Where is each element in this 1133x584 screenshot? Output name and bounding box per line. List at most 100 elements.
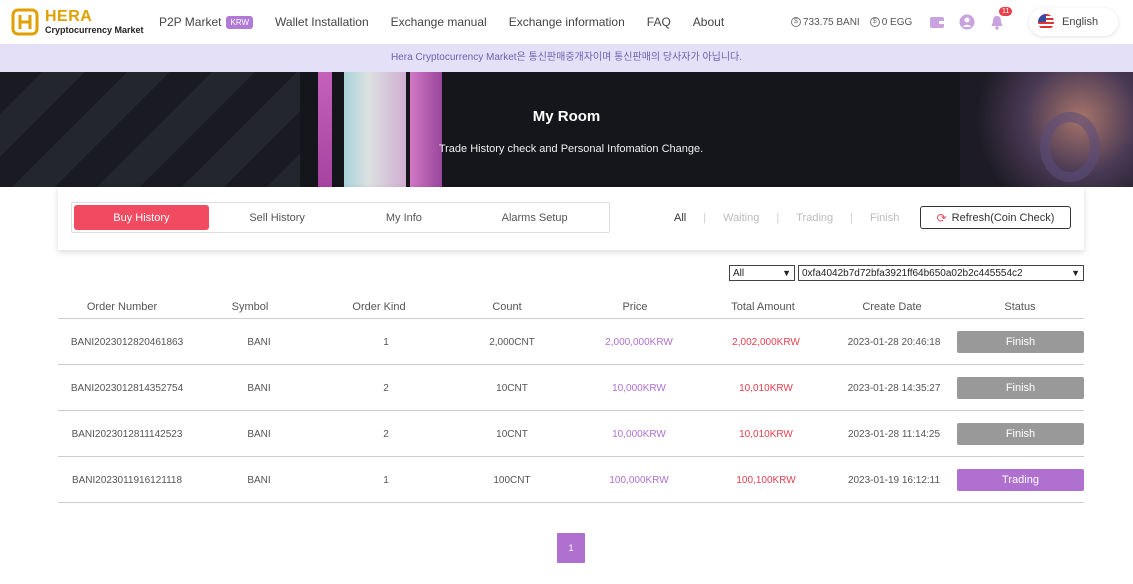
status-badge[interactable]: Trading [957, 469, 1084, 491]
refresh-button[interactable]: ⟳ Refresh(Coin Check) [920, 206, 1071, 229]
nav-about[interactable]: About [693, 15, 724, 29]
table-row[interactable]: BANI2023011916121118 BANI 1 100CNT 100,0… [58, 457, 1084, 503]
user-icon[interactable] [959, 14, 975, 30]
status-badge[interactable]: Finish [957, 331, 1084, 353]
count: 10CNT [496, 429, 528, 440]
table-row[interactable]: BANI2023012820461863 BANI 1 2,000CNT 2,0… [58, 319, 1084, 365]
tab-my-info[interactable]: My Info [346, 205, 463, 230]
symbol: BANI [247, 429, 271, 440]
tab-sell-history[interactable]: Sell History [209, 205, 346, 230]
status-filters: All | Waiting | Trading | Finish [674, 212, 899, 224]
create-date: 2023-01-28 14:35:27 [847, 383, 941, 394]
table-row[interactable]: BANI2023012811142523 BANI 2 10CNT 10,000… [58, 411, 1084, 457]
status-badge[interactable]: Finish [957, 423, 1084, 445]
create-date: 2023-01-19 16:12:11 [847, 475, 941, 486]
krw-badge: KRW [226, 15, 254, 29]
total-amount: 100,100KRW [736, 475, 796, 486]
notification-count: 11 [999, 7, 1013, 16]
wallet-select[interactable]: 0xfa4042b7d72bfa3921ff64b650a02b2c445554… [798, 265, 1084, 281]
refresh-label: Refresh(Coin Check) [951, 211, 1055, 224]
symbol: BANI [247, 337, 271, 348]
count: 100CNT [493, 475, 531, 486]
refresh-icon: ⟳ [936, 210, 947, 225]
page-subtitle: Trade History check and Personal Infomat… [438, 143, 704, 155]
order-number: BANI2023012820461863 [70, 337, 184, 348]
hera-logo-icon [10, 7, 40, 37]
price: 2,000,000KRW [605, 337, 673, 348]
count: 2,000CNT [489, 337, 535, 348]
order-number: BANI2023011916121118 [71, 475, 183, 486]
status-select[interactable]: All ▼ [729, 265, 795, 281]
wallet-icon[interactable] [929, 14, 945, 30]
count: 10CNT [496, 383, 528, 394]
banner-light-streak [344, 72, 406, 187]
filter-trading[interactable]: Trading [796, 212, 833, 224]
header-right: $ 733.75 BANI $ 0 EGG 11 [791, 0, 1013, 44]
total-amount: 10,010KRW [739, 383, 793, 394]
create-date: 2023-01-28 20:46:18 [847, 337, 941, 348]
balance-bani: $ 733.75 BANI [791, 17, 860, 28]
order-number: BANI2023012811142523 [71, 429, 183, 440]
order-kind: 1 [383, 337, 389, 348]
order-kind: 2 [383, 429, 389, 440]
divider: | [850, 212, 853, 224]
page-button-current[interactable]: 1 [557, 533, 585, 563]
nav-p2p-market[interactable]: P2P Market KRW [159, 15, 254, 29]
symbol: BANI [247, 475, 271, 486]
notice-bar: Hera Cryptocurrency Market은 통신판매중개자이며 통신… [0, 44, 1133, 72]
column-header: Order Number [86, 301, 158, 313]
page-title: My Room [532, 108, 601, 125]
create-date: 2023-01-28 11:14:25 [847, 429, 941, 440]
language-selector[interactable]: English [1029, 8, 1118, 36]
tab-buy-history[interactable]: Buy History [74, 205, 209, 230]
chevron-down-icon: ▼ [782, 268, 791, 278]
price: 10,000KRW [612, 383, 666, 394]
column-header: Total Amount [731, 301, 795, 313]
coin-icon: $ [791, 17, 801, 27]
column-header: Create Date [862, 301, 922, 313]
language-label: English [1062, 16, 1099, 28]
balance-bani-value: 733.75 BANI [803, 16, 860, 28]
column-header: Price [622, 301, 648, 313]
column-header: Order Kind [352, 301, 406, 313]
total-amount: 2,002,000KRW [732, 337, 800, 348]
column-header: Symbol [231, 301, 269, 313]
table-header: Order Number Symbol Order Kind Count Pri… [58, 296, 1084, 319]
divider: | [776, 212, 780, 224]
symbol: BANI [247, 383, 271, 394]
logo-title: HERA [45, 8, 93, 25]
top-header: HERA Cryptocurrency Market P2P Market KR… [0, 0, 1133, 44]
nav-faq[interactable]: FAQ [647, 15, 671, 29]
status-badge[interactable]: Finish [957, 377, 1084, 399]
balance-egg-value: 0 EGG [881, 16, 913, 28]
tab-alarms-setup[interactable]: Alarms Setup [462, 205, 607, 230]
divider: | [703, 212, 707, 224]
nav-wallet-installation[interactable]: Wallet Installation [275, 15, 369, 29]
nav-label: P2P Market [159, 15, 222, 29]
filter-all[interactable]: All [674, 212, 686, 224]
filter-finish[interactable]: Finish [870, 212, 899, 224]
bell-icon[interactable]: 11 [989, 7, 1013, 30]
logo[interactable]: HERA Cryptocurrency Market [10, 7, 144, 37]
status-select-value: All [733, 267, 745, 279]
nav-exchange-information[interactable]: Exchange information [509, 15, 625, 29]
order-kind: 2 [383, 383, 389, 394]
banner-pattern [0, 72, 300, 187]
coin-icon: $ [869, 17, 880, 27]
order-kind: 1 [383, 475, 389, 486]
order-number: BANI2023012814352754 [70, 383, 184, 394]
column-header: Count [492, 301, 522, 313]
wallet-select-value: 0xfa4042b7d72bfa3921ff64b650a02b2c445554… [802, 267, 1023, 279]
banner-light-streak [318, 72, 332, 187]
history-panel: Buy History Sell History My Info Alarms … [58, 187, 1084, 250]
nav-exchange-manual[interactable]: Exchange manual [391, 15, 487, 29]
balance-egg: $ 0 EGG [869, 16, 913, 28]
tab-bar: Buy History Sell History My Info Alarms … [71, 202, 610, 233]
filter-waiting[interactable]: Waiting [723, 212, 759, 224]
price: 10,000KRW [612, 429, 666, 440]
table-row[interactable]: BANI2023012814352754 BANI 2 10CNT 10,000… [58, 365, 1084, 411]
main-nav: P2P Market KRW Wallet Installation Excha… [159, 0, 746, 44]
chevron-down-icon: ▼ [1071, 268, 1080, 278]
banner-light-streak [410, 72, 442, 187]
hero-banner: My Room Trade History check and Personal… [0, 72, 1133, 187]
